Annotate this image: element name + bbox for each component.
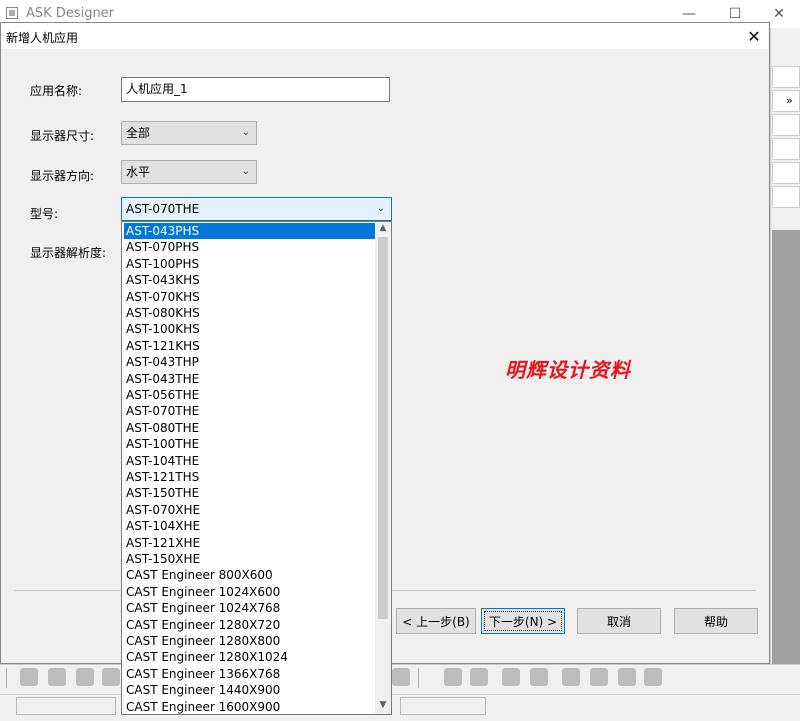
display-size-label: 显示器尺寸: — [30, 129, 95, 143]
side-panel-row[interactable] — [772, 66, 800, 88]
display-size-value: 全部 — [126, 126, 151, 140]
model-option[interactable]: AST-100THE — [124, 436, 378, 452]
model-option[interactable]: AST-070PHS — [124, 239, 378, 255]
user-icon[interactable] — [618, 668, 636, 686]
model-option[interactable]: AST-150THE — [124, 485, 378, 501]
model-option[interactable]: AST-121THS — [124, 469, 378, 485]
model-dropdown-list[interactable]: AST-043PHS AST-070PHS AST-100PHS AST-043KHS… — [121, 221, 392, 715]
prev-step-button[interactable]: < 上一步(B) — [396, 608, 476, 634]
model-option[interactable]: CAST Engineer 1024X600 — [124, 584, 378, 600]
folder-icon[interactable] — [444, 668, 462, 686]
scroll-down-arrow-icon[interactable]: ▼ — [376, 700, 390, 713]
model-option[interactable]: CAST Engineer 1280X800 — [124, 633, 378, 649]
model-select[interactable]: AST-070THE ⌄ — [121, 197, 392, 221]
model-option[interactable]: CAST Engineer 1024X768 — [124, 600, 378, 616]
chat-icon[interactable] — [562, 668, 580, 686]
model-option[interactable]: AST-043THP — [124, 354, 378, 370]
model-option[interactable]: CAST Engineer 800X600 — [124, 567, 378, 583]
hline-tool-icon[interactable] — [76, 668, 94, 686]
dialog-title: 新增人机应用 — [6, 31, 79, 45]
model-option[interactable]: CAST Engineer 1366X768 — [124, 666, 378, 682]
display-orientation-label: 显示器方向: — [30, 169, 95, 183]
model-option[interactable]: AST-070THE — [124, 403, 378, 419]
line-tool-icon[interactable] — [48, 668, 66, 686]
model-option[interactable]: CAST Engineer 1600X900 — [124, 699, 378, 714]
status-cell — [400, 697, 486, 715]
scroll-up-arrow-icon[interactable]: ▲ — [376, 223, 390, 236]
grid-tool-icon[interactable] — [392, 668, 410, 686]
toolbar-separator — [418, 668, 419, 688]
chevron-right-icon[interactable]: » — [786, 94, 793, 107]
watermark-text: 明辉设计资料 — [505, 358, 631, 382]
model-option[interactable]: CAST Engineer 1440X900 — [124, 682, 378, 698]
toolbar-separator — [6, 668, 7, 688]
model-option[interactable]: AST-121XHE — [124, 535, 378, 551]
model-option[interactable]: AST-100PHS — [124, 256, 378, 272]
chevron-down-icon: ⌄ — [376, 203, 385, 214]
side-panel-row[interactable] — [772, 186, 800, 208]
display-orientation-select[interactable]: 水平 ⌄ — [121, 160, 257, 184]
model-option[interactable]: AST-043PHS — [124, 223, 378, 239]
status-cell — [16, 697, 116, 715]
next-step-label: 下一步(N) > — [488, 614, 558, 629]
help-button[interactable]: 帮助 — [674, 608, 758, 634]
dialog-title-bar — [1, 23, 768, 49]
model-option[interactable]: CAST Engineer 1280X720 — [124, 617, 378, 633]
app-name-label: 应用名称: — [30, 84, 83, 98]
model-option[interactable]: AST-100KHS — [124, 321, 378, 337]
next-step-button[interactable]: 下一步(N) > — [481, 608, 565, 634]
model-option[interactable]: AST-104THE — [124, 453, 378, 469]
app-icon — [6, 7, 18, 19]
model-option[interactable]: AST-121KHS — [124, 338, 378, 354]
signal-icon[interactable] — [502, 668, 520, 686]
model-option[interactable]: CAST Engineer 1280X1024 — [124, 649, 378, 665]
model-option[interactable]: AST-104XHE — [124, 518, 378, 534]
chat-icon[interactable] — [644, 668, 662, 686]
model-option[interactable]: AST-080THE — [124, 420, 378, 436]
model-option[interactable]: AST-070KHS — [124, 289, 378, 305]
shape-tool-icon[interactable] — [102, 668, 120, 686]
side-panel-row[interactable] — [772, 114, 800, 136]
app-title: ASK Designer — [26, 6, 115, 21]
model-option[interactable]: AST-070XHE — [124, 502, 378, 518]
signal-icon[interactable] — [530, 668, 548, 686]
display-size-select[interactable]: 全部 ⌄ — [121, 121, 257, 145]
side-panel-row[interactable] — [772, 138, 800, 160]
model-option[interactable]: AST-043KHS — [124, 272, 378, 288]
resolution-label: 显示器解析度: — [30, 246, 107, 260]
side-panel-workspace — [772, 230, 800, 666]
display-orientation-value: 水平 — [126, 165, 151, 179]
app-name-input[interactable]: 人机应用_1 — [121, 77, 390, 102]
chevron-down-icon: ⌄ — [241, 166, 250, 177]
chevron-down-icon: ⌄ — [241, 127, 250, 138]
model-value: AST-070THE — [126, 202, 200, 216]
folder-icon[interactable] — [470, 668, 488, 686]
model-option[interactable]: AST-043THE — [124, 371, 378, 387]
dialog-close-button[interactable]: ✕ — [740, 24, 768, 48]
point-tool-icon[interactable] — [20, 668, 38, 686]
scroll-thumb[interactable] — [378, 237, 388, 619]
side-panel-row[interactable] — [772, 162, 800, 184]
model-label: 型号: — [30, 207, 59, 221]
model-option[interactable]: AST-056THE — [124, 387, 378, 403]
model-option[interactable]: AST-080KHS — [124, 305, 378, 321]
cancel-button[interactable]: 取消 — [577, 608, 661, 634]
chat-icon[interactable] — [590, 668, 608, 686]
model-option[interactable]: AST-150XHE — [124, 551, 378, 567]
